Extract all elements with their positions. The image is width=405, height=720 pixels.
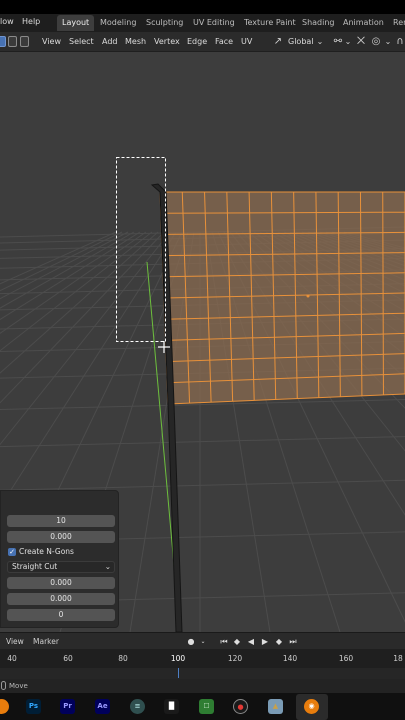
chevron-down-icon: ⌄ xyxy=(316,37,324,46)
menu-select[interactable]: Select xyxy=(69,37,94,46)
menu-uv[interactable]: UV xyxy=(241,37,252,46)
tab-texture-paint[interactable]: Texture Paint xyxy=(239,15,301,31)
plane-origin-dot xyxy=(306,294,310,298)
os-taskbar: Ps Pr Ae ≡ ▐▌ ☐ ● ▲ ◉ xyxy=(0,693,405,720)
green-app-icon[interactable]: ☐ xyxy=(199,699,214,714)
prev-keyframe-icon[interactable]: ◆ xyxy=(231,636,243,647)
chevron-down-icon: ⌄ xyxy=(344,37,352,46)
proportional-editing-icon[interactable]: ◎ xyxy=(370,36,382,48)
play-reverse-icon[interactable]: ◀ xyxy=(245,636,257,647)
mouse-icon xyxy=(1,681,6,690)
number-of-cuts-field[interactable]: 10 xyxy=(7,515,115,527)
menu-face[interactable]: Face xyxy=(215,37,233,46)
play-icon[interactable]: ▶ xyxy=(259,636,271,647)
record-keyframe-icon[interactable]: ● xyxy=(185,636,197,647)
fractal-field[interactable]: 0.000 xyxy=(7,577,115,589)
chevron-down-icon: ⌄ xyxy=(104,562,111,571)
status-move-text: Move xyxy=(9,682,28,690)
subdivided-plane xyxy=(159,191,405,405)
frame-number-current: 100 xyxy=(170,654,186,663)
frame-number: 40 xyxy=(7,654,17,663)
tab-animation[interactable]: Animation xyxy=(338,15,389,31)
create-ngons-label: Create N-Gons xyxy=(19,547,74,556)
viewport-header: View Select Add Mesh Vertex Edge Face UV… xyxy=(0,32,405,52)
frame-number: 18 xyxy=(393,654,403,663)
menu-help[interactable]: Help xyxy=(22,17,40,26)
frame-number: 140 xyxy=(282,654,298,663)
transform-orientation-icon[interactable]: ↗ xyxy=(272,36,284,48)
audio-app-icon[interactable]: ≡ xyxy=(130,699,145,714)
timeline-header: View Marker ● ⌄ ⏮ ◆ ◀ ▶ ◆ ⏭ xyxy=(0,632,405,649)
audio-meter-icon[interactable]: ▐▌ xyxy=(164,699,179,714)
menu-edge[interactable]: Edge xyxy=(187,37,207,46)
timeline-body[interactable] xyxy=(0,668,405,679)
grid-line xyxy=(0,436,405,448)
premiere-icon[interactable]: Pr xyxy=(60,699,75,714)
after-effects-icon[interactable]: Ae xyxy=(95,699,110,714)
vertex-select-mode-button[interactable] xyxy=(0,36,6,47)
timeline-ruler[interactable]: 40 60 80 100 120 140 160 18 xyxy=(0,649,405,668)
menu-add[interactable]: Add xyxy=(102,37,118,46)
quad-corner-type-dropdown[interactable]: Straight Cut ⌄ xyxy=(7,561,115,573)
blender-orange-icon[interactable] xyxy=(0,699,9,714)
jump-start-icon[interactable]: ⏮ xyxy=(218,636,230,647)
timeline-menu-marker[interactable]: Marker xyxy=(33,637,59,646)
menu-view[interactable]: View xyxy=(42,37,61,46)
quad-corner-type-value: Straight Cut xyxy=(12,562,58,571)
frame-number: 120 xyxy=(227,654,243,663)
photoshop-icon[interactable]: Ps xyxy=(26,699,41,714)
tab-sculpting[interactable]: Sculpting xyxy=(141,15,188,31)
recorder-icon[interactable]: ● xyxy=(233,699,248,714)
blender-icon[interactable]: ◉ xyxy=(304,699,319,714)
edge-select-mode-button[interactable] xyxy=(8,36,17,47)
create-ngons-checkbox[interactable]: ✓ xyxy=(8,548,16,556)
plane-face xyxy=(160,192,405,404)
tab-modeling[interactable]: Modeling xyxy=(95,15,141,31)
menu-window[interactable]: low xyxy=(0,17,14,26)
transform-orientation-dropdown[interactable]: Global xyxy=(288,37,314,46)
chevron-down-icon: ⌄ xyxy=(384,37,392,46)
tab-rendering[interactable]: Ren xyxy=(388,15,405,31)
tab-uv-editing[interactable]: UV Editing xyxy=(188,15,240,31)
along-normal-field[interactable]: 0.000 xyxy=(7,593,115,605)
magnet-icon[interactable]: ⨉ xyxy=(355,36,367,48)
next-keyframe-icon[interactable]: ◆ xyxy=(273,636,285,647)
falloff-icon[interactable]: ∩ xyxy=(394,36,405,48)
smoothness-field[interactable]: 0.000 xyxy=(7,531,115,543)
workspace-bar: low Help Layout Modeling Sculpting UV Ed… xyxy=(0,14,405,32)
jump-end-icon[interactable]: ⏭ xyxy=(287,636,299,647)
image-viewer-icon[interactable]: ▲ xyxy=(268,699,283,714)
frame-number: 80 xyxy=(118,654,128,663)
chevron-down-icon: ⌄ xyxy=(200,638,206,645)
adjust-last-operation-panel: 10 0.000 ✓ Create N-Gons Straight Cut ⌄ … xyxy=(0,490,119,628)
current-frame-indicator[interactable] xyxy=(178,668,179,678)
timeline-menu-view[interactable]: View xyxy=(6,637,24,646)
tab-layout[interactable]: Layout xyxy=(57,15,95,31)
random-seed-field[interactable]: 0 xyxy=(7,609,115,621)
status-bar: Move xyxy=(0,679,405,693)
screen-top-edge xyxy=(0,0,405,14)
tab-shading[interactable]: Shading xyxy=(297,15,340,31)
frame-number: 160 xyxy=(338,654,354,663)
menu-mesh[interactable]: Mesh xyxy=(125,37,146,46)
menu-vertex[interactable]: Vertex xyxy=(154,37,180,46)
frame-number: 60 xyxy=(63,654,73,663)
3d-viewport[interactable]: 10 0.000 ✓ Create N-Gons Straight Cut ⌄ … xyxy=(0,52,405,632)
face-select-mode-button[interactable] xyxy=(20,36,29,47)
